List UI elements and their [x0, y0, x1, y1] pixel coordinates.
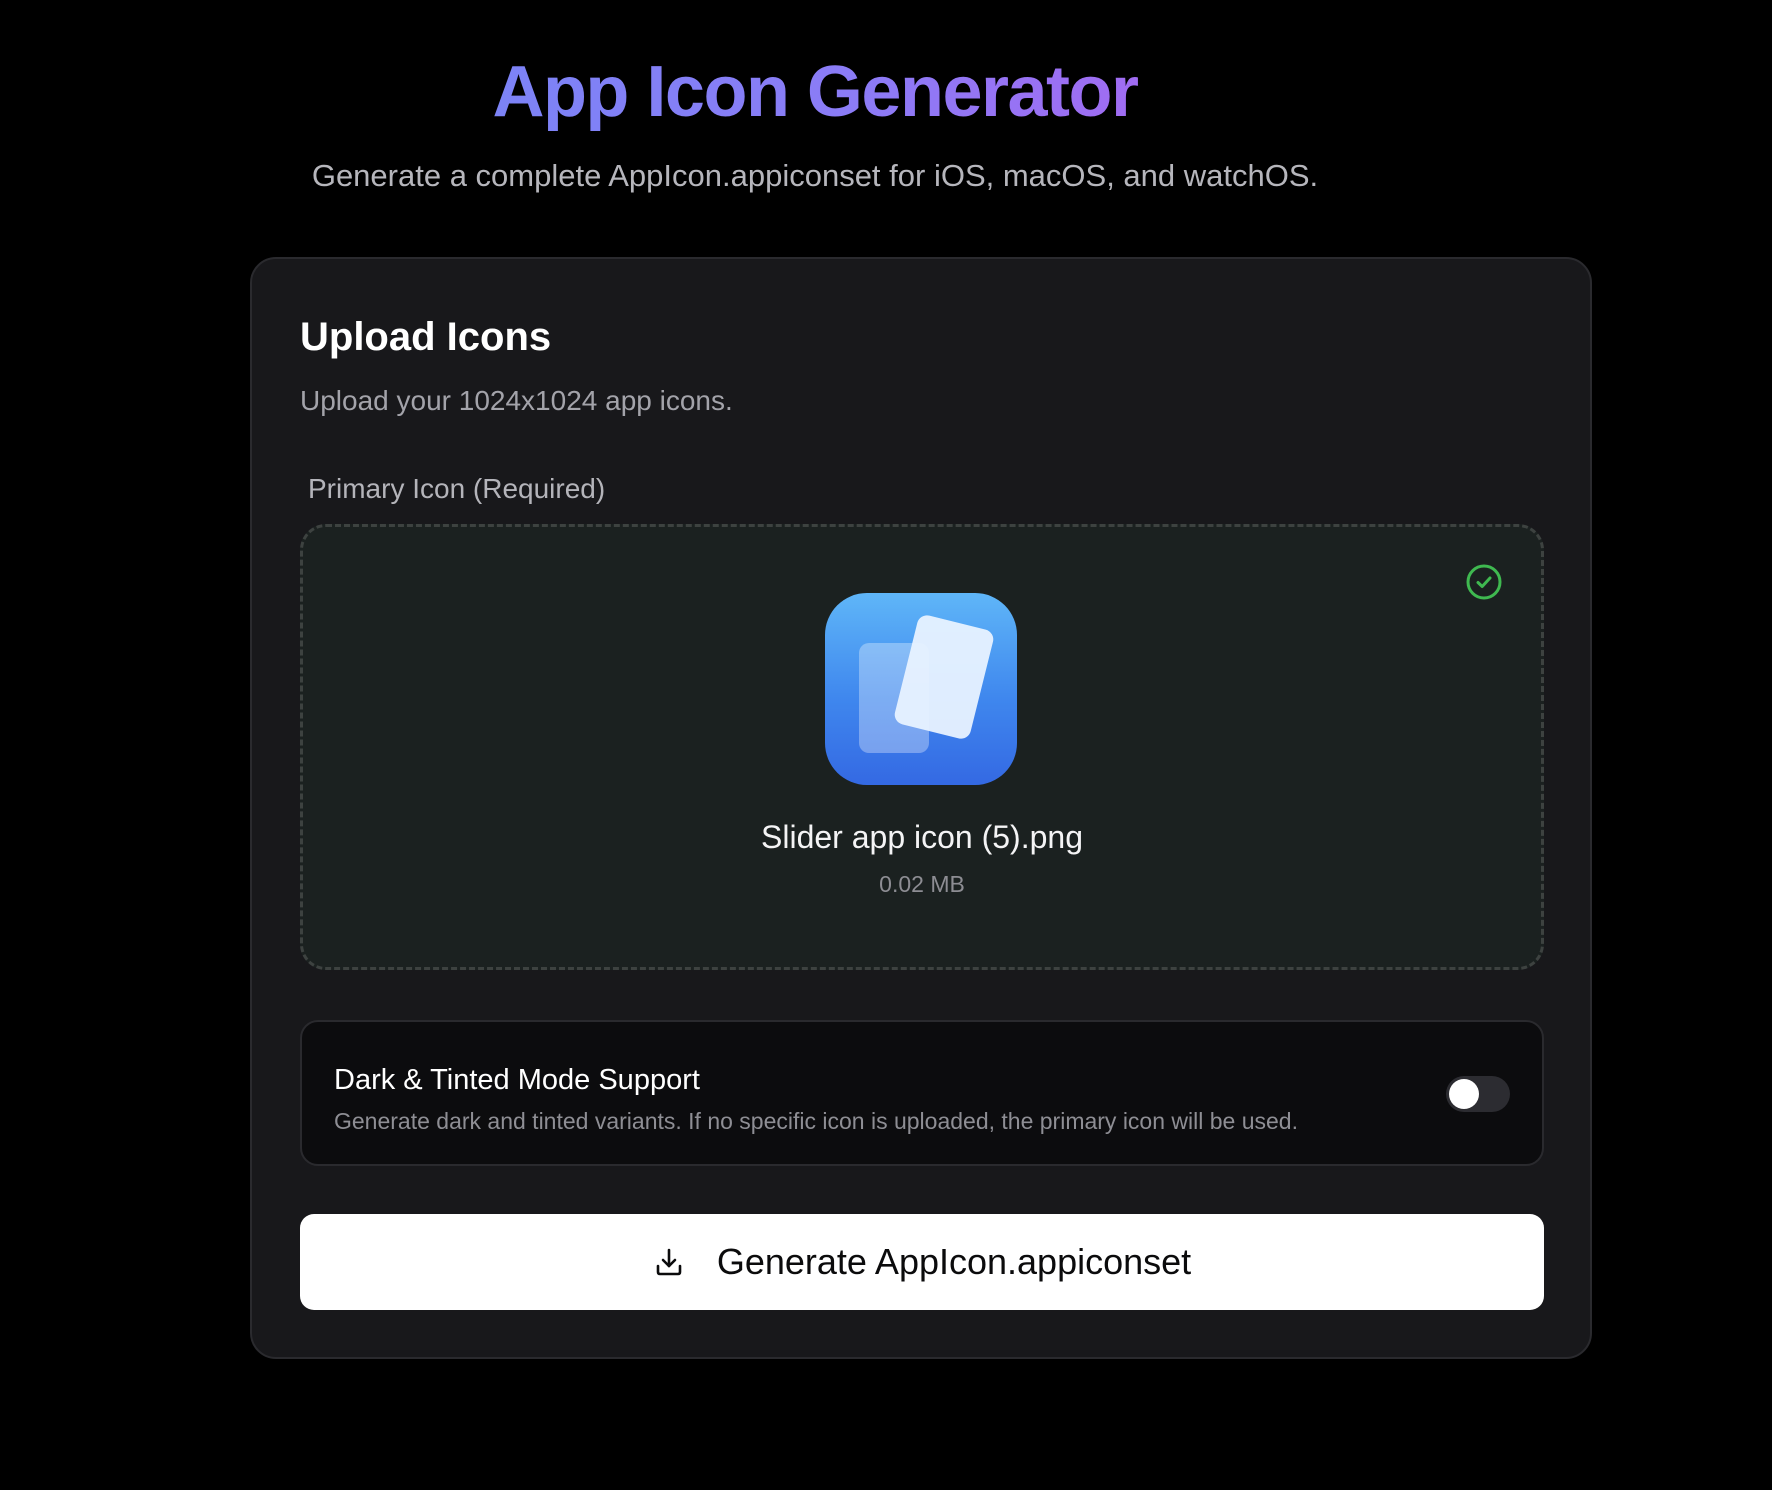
generate-appiconset-button[interactable]: Generate AppIcon.appiconset	[300, 1214, 1544, 1310]
app-icon-front-card	[892, 613, 996, 741]
dark-tinted-toggle[interactable]	[1446, 1076, 1510, 1112]
page-subtitle: Generate a complete AppIcon.appiconset f…	[311, 158, 1319, 193]
page-title: App Icon Generator	[492, 48, 1139, 136]
toggle-knob	[1449, 1079, 1479, 1109]
upload-card: Upload Icons Upload your 1024x1024 app i…	[250, 257, 1592, 1359]
generate-button-label: Generate AppIcon.appiconset	[716, 1241, 1192, 1282]
uploaded-app-icon-preview	[825, 593, 1017, 785]
dark-tinted-option-title: Dark & Tinted Mode Support	[334, 1064, 700, 1096]
primary-icon-label: Primary Icon (Required)	[308, 473, 606, 504]
uploaded-file-name: Slider app icon (5).png	[761, 819, 1083, 855]
card-title: Upload Icons	[300, 315, 552, 359]
header: App Icon Generator Generate a complete A…	[0, 48, 1630, 196]
page: App Icon Generator Generate a complete A…	[0, 0, 1772, 1490]
download-icon	[656, 1248, 682, 1276]
uploaded-file-size: 0.02 MB	[879, 871, 965, 897]
card-description: Upload your 1024x1024 app icons.	[300, 385, 733, 416]
dark-tinted-option: Dark & Tinted Mode Support Generate dark…	[300, 1020, 1544, 1166]
dark-tinted-option-description: Generate dark and tinted variants. If no…	[334, 1108, 1298, 1134]
primary-icon-dropzone[interactable]: Slider app icon (5).png 0.02 MB	[300, 524, 1544, 970]
check-circle-icon	[1466, 564, 1502, 600]
